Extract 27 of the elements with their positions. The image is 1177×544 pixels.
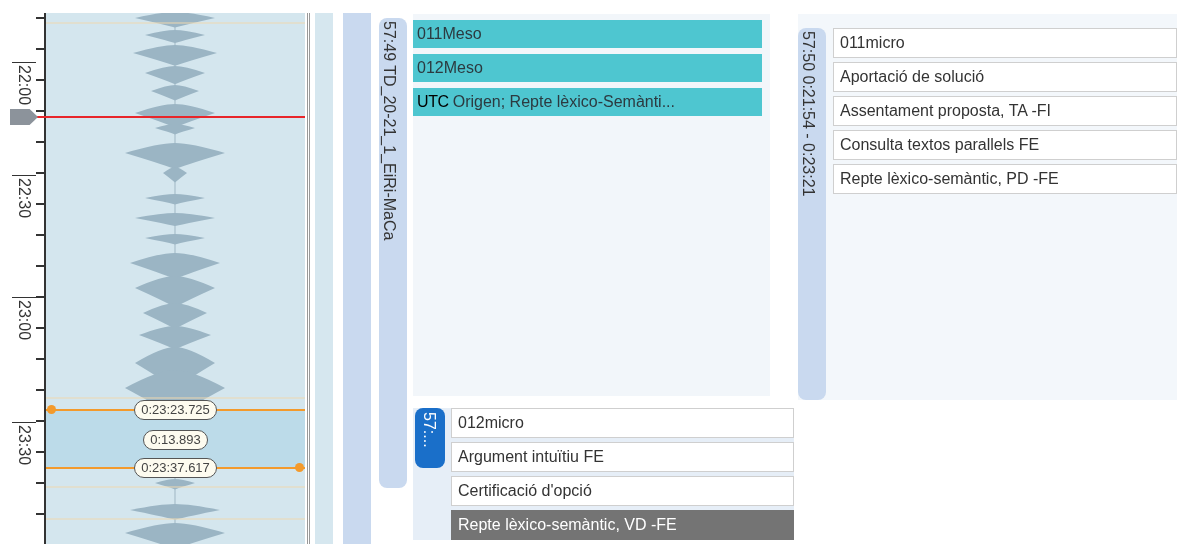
tier-label[interactable]: 57:50 0:21:54 - 0:23:21 xyxy=(798,28,826,400)
annotation-block[interactable]: Repte lèxico-semàntic, VD -FE xyxy=(451,510,794,540)
annotation-prefix: UTC xyxy=(417,92,449,112)
tier-label[interactable]: 57:49 TD_20-21_1_EiRi-MaCa xyxy=(379,18,407,488)
selection-duration: 0:13.893 xyxy=(143,430,208,450)
annotation-block[interactable]: Consulta textos parallels FE xyxy=(833,130,1177,160)
annotation-block[interactable]: 011micro xyxy=(833,28,1177,58)
tier-label[interactable]: 57:... xyxy=(415,408,445,468)
annotation-block[interactable]: 011Meso xyxy=(413,20,762,48)
annotation-block[interactable]: Repte lèxico-semàntic, PD -FE xyxy=(833,164,1177,194)
annotation-text: 012Meso xyxy=(417,58,483,78)
selection-end-time: 0:23:37.617 xyxy=(134,458,217,478)
annotation-block[interactable]: 012micro xyxy=(451,408,794,438)
playhead[interactable] xyxy=(10,109,305,125)
selection-start-time: 0:23:23.725 xyxy=(134,400,217,420)
annotation-block[interactable]: UTC Origen; Repte lèxico-Semànti... xyxy=(413,88,762,116)
annotation-block[interactable]: Certificació d'opció xyxy=(451,476,794,506)
ruler-label: 23:30 xyxy=(12,422,36,466)
annotation-block[interactable]: Argument intuïtiu FE xyxy=(451,442,794,472)
ruler-label: 23:00 xyxy=(12,297,36,341)
annotation-text: Origen; Repte lèxico-Semànti... xyxy=(452,92,675,112)
annotation-block[interactable]: 012Meso xyxy=(413,54,762,82)
annotation-block[interactable]: Assentament proposta, TA -FI xyxy=(833,96,1177,126)
ruler-label: 22:30 xyxy=(12,175,36,219)
annotation-text: 011Meso xyxy=(417,24,482,44)
ruler-label: 22:00 xyxy=(12,62,36,106)
annotation-block[interactable]: Aportació de solució xyxy=(833,62,1177,92)
